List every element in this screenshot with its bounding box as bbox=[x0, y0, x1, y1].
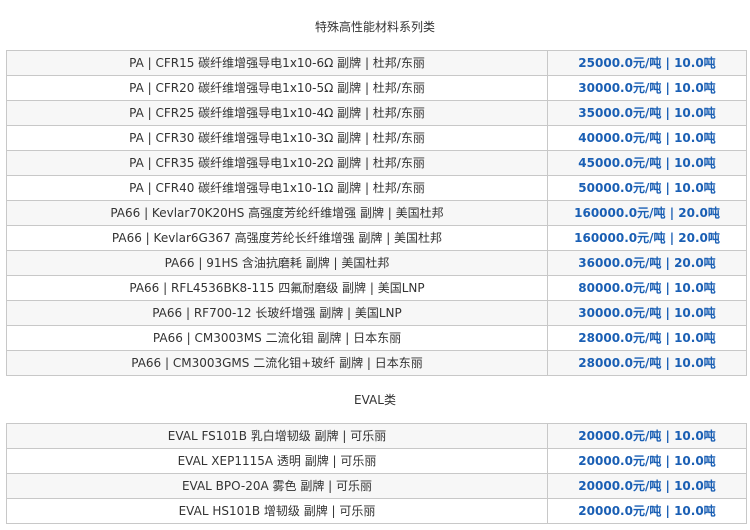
price-cell: 28000.0元/吨 | 10.0吨 bbox=[547, 325, 747, 351]
table-row[interactable]: PA | CFR15 碳纤维增强导电1x10-6Ω 副牌 | 杜邦/东丽 2500… bbox=[6, 50, 747, 76]
table-row[interactable]: EVAL XEP1115A 透明 副牌 | 可乐丽 20000.0元/吨 | 10… bbox=[6, 448, 747, 474]
price-cell: 80000.0元/吨 | 10.0吨 bbox=[547, 275, 747, 301]
price-cell: 36000.0元/吨 | 20.0吨 bbox=[547, 250, 747, 276]
price-cell: 45000.0元/吨 | 10.0吨 bbox=[547, 150, 747, 176]
price-cell: 40000.0元/吨 | 10.0吨 bbox=[547, 125, 747, 151]
table-row[interactable]: EVAL HS101B 增韧级 副牌 | 可乐丽 20000.0元/吨 | 10.… bbox=[6, 498, 747, 524]
table-row[interactable]: PA66 | Kevlar70K20HS 高强度芳纶纤维增强 副牌 | 美国杜邦… bbox=[6, 200, 747, 226]
price-cell: 28000.0元/吨 | 10.0吨 bbox=[547, 350, 747, 376]
price-table-special-materials: PA | CFR15 碳纤维增强导电1x10-6Ω 副牌 | 杜邦/东丽 2500… bbox=[6, 50, 747, 376]
table-row[interactable]: EVAL FS101B 乳白增韧级 副牌 | 可乐丽 20000.0元/吨 | 1… bbox=[6, 423, 747, 449]
product-name-cell[interactable]: PA | CFR40 碳纤维增强导电1x10-1Ω 副牌 | 杜邦/东丽 bbox=[6, 175, 548, 201]
product-name-cell[interactable]: EVAL BPO-20A 雾色 副牌 | 可乐丽 bbox=[6, 473, 548, 499]
price-cell: 20000.0元/吨 | 10.0吨 bbox=[547, 448, 747, 474]
price-cell: 50000.0元/吨 | 10.0吨 bbox=[547, 175, 747, 201]
table-row[interactable]: PA66 | 91HS 含油抗磨耗 副牌 | 美国杜邦 36000.0元/吨 | … bbox=[6, 250, 747, 276]
price-cell: 160000.0元/吨 | 20.0吨 bbox=[547, 225, 747, 251]
product-name-cell[interactable]: PA66 | RF700-12 长玻纤增强 副牌 | 美国LNP bbox=[6, 300, 548, 326]
product-name-cell[interactable]: PA66 | Kevlar6G367 高强度芳纶长纤维增强 副牌 | 美国杜邦 bbox=[6, 225, 548, 251]
price-cell: 160000.0元/吨 | 20.0吨 bbox=[547, 200, 747, 226]
product-name-cell[interactable]: EVAL HS101B 增韧级 副牌 | 可乐丽 bbox=[6, 498, 548, 524]
product-name-cell[interactable]: PA66 | CM3003MS 二流化钼 副牌 | 日本东丽 bbox=[6, 325, 548, 351]
price-cell: 30000.0元/吨 | 10.0吨 bbox=[547, 75, 747, 101]
product-name-cell[interactable]: PA66 | CM3003GMS 二流化钼+玻纤 副牌 | 日本东丽 bbox=[6, 350, 548, 376]
price-cell: 25000.0元/吨 | 10.0吨 bbox=[547, 50, 747, 76]
table-row[interactable]: PA | CFR20 碳纤维增强导电1x10-5Ω 副牌 | 杜邦/东丽 3000… bbox=[6, 75, 747, 101]
table-row[interactable]: PA66 | CM3003GMS 二流化钼+玻纤 副牌 | 日本东丽 28000.… bbox=[6, 350, 747, 376]
table-row[interactable]: PA | CFR35 碳纤维增强导电1x10-2Ω 副牌 | 杜邦/东丽 4500… bbox=[6, 150, 747, 176]
table-row[interactable]: PA | CFR30 碳纤维增强导电1x10-3Ω 副牌 | 杜邦/东丽 4000… bbox=[6, 125, 747, 151]
table-row[interactable]: PA66 | CM3003MS 二流化钼 副牌 | 日本东丽 28000.0元/吨… bbox=[6, 325, 747, 351]
product-name-cell[interactable]: PA66 | Kevlar70K20HS 高强度芳纶纤维增强 副牌 | 美国杜邦 bbox=[6, 200, 548, 226]
price-cell: 20000.0元/吨 | 10.0吨 bbox=[547, 423, 747, 449]
price-cell: 20000.0元/吨 | 10.0吨 bbox=[547, 498, 747, 524]
table-row[interactable]: PA | CFR40 碳纤维增强导电1x10-1Ω 副牌 | 杜邦/东丽 5000… bbox=[6, 175, 747, 201]
price-table-eval: EVAL FS101B 乳白增韧级 副牌 | 可乐丽 20000.0元/吨 | 1… bbox=[6, 423, 747, 524]
product-name-cell[interactable]: PA66 | RFL4536BK8-115 四氟耐磨级 副牌 | 美国LNP bbox=[6, 275, 548, 301]
product-name-cell[interactable]: EVAL FS101B 乳白增韧级 副牌 | 可乐丽 bbox=[6, 423, 548, 449]
price-cell: 30000.0元/吨 | 10.0吨 bbox=[547, 300, 747, 326]
table-row[interactable]: PA66 | RFL4536BK8-115 四氟耐磨级 副牌 | 美国LNP 80… bbox=[6, 275, 747, 301]
product-name-cell[interactable]: PA | CFR35 碳纤维增强导电1x10-2Ω 副牌 | 杜邦/东丽 bbox=[6, 150, 548, 176]
product-name-cell[interactable]: PA | CFR25 碳纤维增强导电1x10-4Ω 副牌 | 杜邦/东丽 bbox=[6, 100, 548, 126]
price-cell: 20000.0元/吨 | 10.0吨 bbox=[547, 473, 747, 499]
section-title-special-materials: 特殊高性能材料系列类 bbox=[314, 20, 435, 34]
table-row[interactable]: PA66 | Kevlar6G367 高强度芳纶长纤维增强 副牌 | 美国杜邦 1… bbox=[6, 225, 747, 251]
price-cell: 35000.0元/吨 | 10.0吨 bbox=[547, 100, 747, 126]
product-name-cell[interactable]: PA | CFR20 碳纤维增强导电1x10-5Ω 副牌 | 杜邦/东丽 bbox=[6, 75, 548, 101]
table-row[interactable]: EVAL BPO-20A 雾色 副牌 | 可乐丽 20000.0元/吨 | 10.… bbox=[6, 473, 747, 499]
product-name-cell[interactable]: PA | CFR30 碳纤维增强导电1x10-3Ω 副牌 | 杜邦/东丽 bbox=[6, 125, 548, 151]
product-name-cell[interactable]: PA66 | 91HS 含油抗磨耗 副牌 | 美国杜邦 bbox=[6, 250, 548, 276]
product-name-cell[interactable]: PA | CFR15 碳纤维增强导电1x10-6Ω 副牌 | 杜邦/东丽 bbox=[6, 50, 548, 76]
table-row[interactable]: PA | CFR25 碳纤维增强导电1x10-4Ω 副牌 | 杜邦/东丽 3500… bbox=[6, 100, 747, 126]
section-title-eval: EVAL类 bbox=[354, 393, 396, 407]
table-row[interactable]: PA66 | RF700-12 长玻纤增强 副牌 | 美国LNP 30000.0元… bbox=[6, 300, 747, 326]
product-name-cell[interactable]: EVAL XEP1115A 透明 副牌 | 可乐丽 bbox=[6, 448, 548, 474]
